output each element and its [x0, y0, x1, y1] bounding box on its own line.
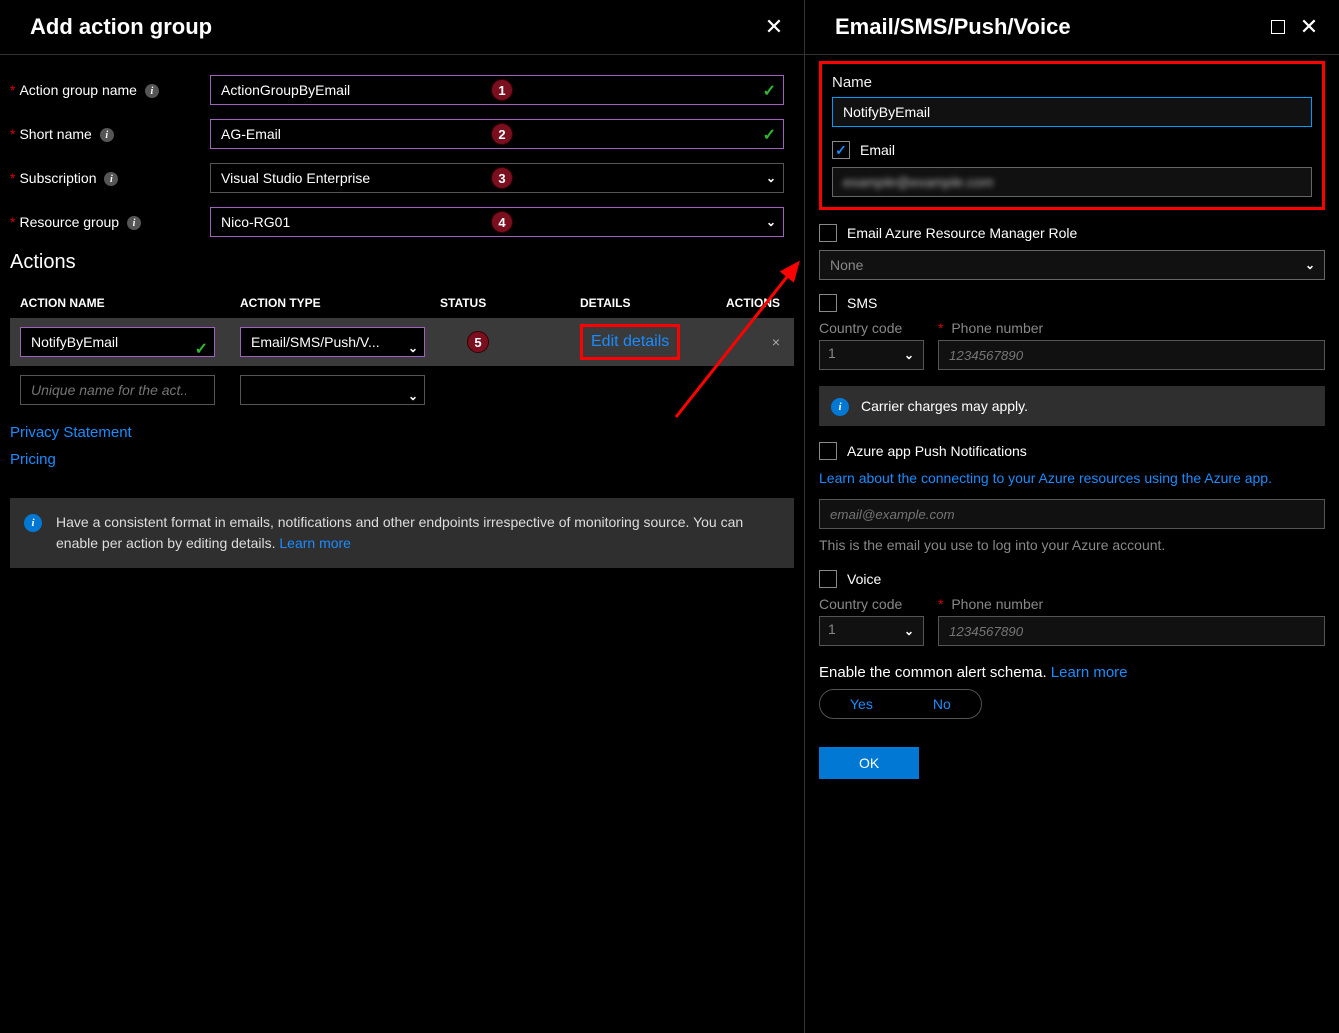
col-action-name: ACTION NAME	[20, 296, 240, 310]
push-checkbox-row: Azure app Push Notifications	[819, 442, 1325, 460]
info-icon[interactable]: i	[127, 216, 141, 230]
push-checkbox[interactable]	[819, 442, 837, 460]
left-panel-header: Add action group ✕	[0, 0, 804, 55]
sms-checkbox[interactable]	[819, 294, 837, 312]
schema-yes[interactable]: Yes	[820, 690, 903, 718]
pricing-link[interactable]: Pricing	[10, 451, 794, 468]
sms-label: SMS	[847, 295, 877, 311]
push-learn-link[interactable]: Learn about the connecting to your Azure…	[819, 468, 1325, 489]
privacy-link[interactable]: Privacy Statement	[10, 424, 794, 441]
row-short-name: *Short name i ✓ 2	[10, 119, 794, 149]
action-name-input-empty[interactable]	[20, 375, 215, 405]
info-icon: i	[831, 398, 849, 416]
input-short-name[interactable]	[210, 119, 784, 149]
info-text: Have a consistent format in emails, noti…	[56, 512, 780, 554]
sms-checkbox-row: SMS	[819, 294, 1325, 312]
voice-phone-input[interactable]	[938, 616, 1325, 646]
row-subscription: *Subscription i Visual Studio Enterprise…	[10, 163, 794, 193]
email-checkbox-row: Email	[832, 141, 1312, 159]
table-row-empty: ⌄	[10, 366, 794, 414]
push-email-input[interactable]	[819, 499, 1325, 529]
email-sms-push-voice-panel: Email/SMS/Push/Voice ✕ Name Email exampl…	[805, 0, 1339, 1033]
arm-role-checkbox-row: Email Azure Resource Manager Role	[819, 224, 1325, 242]
row-resource-group: *Resource group i Nico-RG01 ⌄ 4	[10, 207, 794, 237]
sms-cc-label: Country code	[819, 320, 924, 336]
carrier-text: Carrier charges may apply.	[861, 398, 1028, 414]
action-name-input[interactable]	[20, 327, 215, 357]
push-help-text: This is the email you use to log into yo…	[819, 535, 1325, 556]
email-input[interactable]: example@example.com	[832, 167, 1312, 197]
ok-button[interactable]: OK	[819, 747, 919, 779]
arm-role-checkbox[interactable]	[819, 224, 837, 242]
info-icon[interactable]: i	[100, 128, 114, 142]
email-checkbox[interactable]	[832, 141, 850, 159]
panel-title: Email/SMS/Push/Voice	[835, 14, 1071, 40]
input-action-group-name[interactable]	[210, 75, 784, 105]
schema-row: Enable the common alert schema. Learn mo…	[819, 664, 1325, 719]
voice-phone-label: * Phone number	[938, 596, 1325, 612]
actions-section-title: Actions	[10, 251, 794, 274]
select-subscription[interactable]: Visual Studio Enterprise	[210, 163, 784, 193]
close-icon[interactable]: ✕	[1299, 17, 1319, 37]
voice-label: Voice	[847, 571, 881, 587]
schema-learn-more-link[interactable]: Learn more	[1051, 664, 1128, 681]
col-details: DETAILS	[580, 296, 700, 310]
col-action-type: ACTION TYPE	[240, 296, 440, 310]
info-icon[interactable]: i	[145, 84, 159, 98]
sms-country-code-select[interactable]: 1	[819, 340, 924, 370]
edit-details-link[interactable]: Edit details	[580, 324, 680, 360]
sms-phone-label: * Phone number	[938, 320, 1325, 336]
voice-checkbox-row: Voice	[819, 570, 1325, 588]
row-action-group-name: *Action group name i ✓ 1	[10, 75, 794, 105]
label-action-group-name: *Action group name i	[10, 82, 210, 98]
label-subscription: *Subscription i	[10, 170, 210, 186]
voice-country-code-select[interactable]: 1	[819, 616, 924, 646]
close-icon[interactable]: ✕	[764, 17, 784, 37]
info-icon[interactable]: i	[104, 172, 118, 186]
voice-cc-label: Country code	[819, 596, 924, 612]
sms-phone-input[interactable]	[938, 340, 1325, 370]
schema-no[interactable]: No	[903, 690, 981, 718]
remove-action-button[interactable]: ×	[772, 334, 780, 350]
label-short-name: *Short name i	[10, 126, 210, 142]
email-label: Email	[860, 142, 895, 158]
col-status: STATUS	[440, 296, 580, 310]
arm-role-label: Email Azure Resource Manager Role	[847, 225, 1077, 241]
voice-checkbox[interactable]	[819, 570, 837, 588]
name-input[interactable]	[832, 97, 1312, 127]
select-resource-group[interactable]: Nico-RG01	[210, 207, 784, 237]
learn-more-link[interactable]: Learn more	[279, 535, 351, 551]
maximize-icon[interactable]	[1271, 20, 1285, 34]
action-type-select[interactable]: Email/SMS/Push/V...	[240, 327, 425, 357]
table-header: ACTION NAME ACTION TYPE STATUS DETAILS A…	[10, 288, 794, 318]
panel-title: Add action group	[30, 14, 212, 40]
right-panel-header: Email/SMS/Push/Voice ✕	[805, 0, 1339, 55]
annotation-red-box: Name Email example@example.com	[819, 61, 1325, 210]
label-resource-group: *Resource group i	[10, 214, 210, 230]
actions-table: ACTION NAME ACTION TYPE STATUS DETAILS A…	[10, 288, 794, 414]
action-type-select-empty[interactable]	[240, 375, 425, 405]
add-action-group-panel: Add action group ✕ *Action group name i …	[0, 0, 805, 1033]
name-label: Name	[832, 74, 1312, 91]
col-actions: ACTIONS	[700, 296, 780, 310]
schema-toggle: Yes No	[819, 689, 982, 719]
annotation-badge-5: 5	[467, 331, 489, 353]
table-row: ✓ Email/SMS/Push/V... ⌄ 5 Edit details ×	[10, 318, 794, 366]
push-label: Azure app Push Notifications	[847, 443, 1027, 459]
info-icon: i	[24, 514, 42, 532]
info-bar: i Have a consistent format in emails, no…	[10, 498, 794, 568]
arm-role-select[interactable]: None	[819, 250, 1325, 280]
carrier-bar: i Carrier charges may apply.	[819, 386, 1325, 426]
